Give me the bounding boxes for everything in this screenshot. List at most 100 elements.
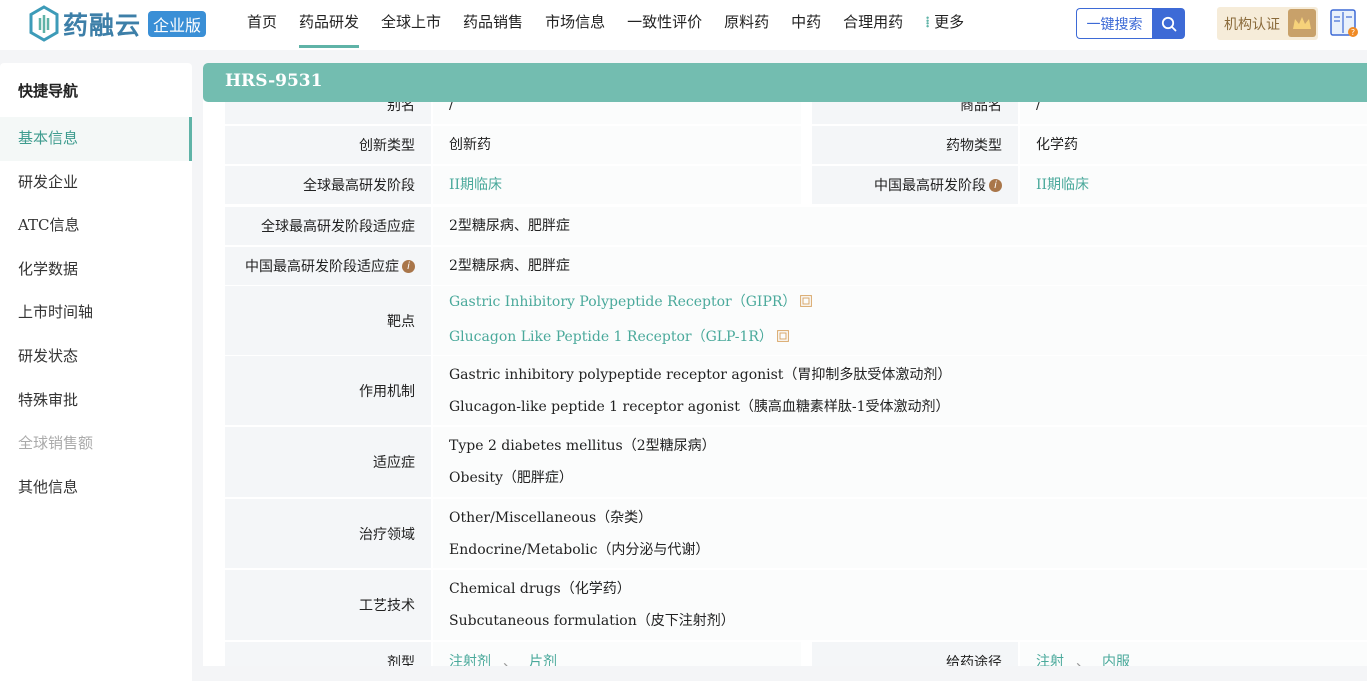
table-row: 治疗领域 Other/Miscellaneous（杂类） Endocrine/M… xyxy=(225,499,1367,570)
innovation-label: 创新类型 xyxy=(225,126,431,164)
china-indication-value: 2型糖尿病、肥胖症 xyxy=(449,258,570,274)
target-link[interactable]: Glucagon Like Peptide 1 Receptor（GLP-1R） xyxy=(449,319,1367,355)
innovation-cell: 创新药 xyxy=(433,126,801,164)
quick-search-button[interactable]: 一键搜索 xyxy=(1076,8,1152,39)
target-label: 靶点 xyxy=(225,286,431,355)
search-icon xyxy=(1161,16,1176,31)
target-name: Glucagon Like Peptide 1 Receptor（GLP-1R） xyxy=(449,329,773,345)
sidebar-item-other[interactable]: 其他信息 xyxy=(0,466,192,510)
drug-type-label: 药物类型 xyxy=(812,126,1018,164)
brand-name: 药融云 xyxy=(63,11,142,40)
nav-item-drug-rd[interactable]: 药品研发 xyxy=(288,0,370,50)
org-certification-button[interactable]: 机构认证 xyxy=(1217,7,1318,40)
sidebar-item-rd-company[interactable]: 研发企业 xyxy=(0,161,192,205)
table-row: 全球最高研发阶段适应症 2型糖尿病、肥胖症 xyxy=(225,207,1367,247)
sidebar-item-rd-status[interactable]: 研发状态 xyxy=(0,335,192,379)
dosage-link[interactable]: 注射剂 xyxy=(449,654,491,666)
indication-value: Obesity（肥胖症） xyxy=(449,470,573,486)
quick-search: 一键搜索 xyxy=(1076,8,1185,39)
global-indication-label: 全球最高研发阶段适应症 xyxy=(225,207,431,245)
info-icon[interactable]: i xyxy=(402,259,415,273)
china-stage-link[interactable]: II期临床 xyxy=(1036,169,1367,201)
grid-dots-icon: ⁞ xyxy=(925,13,931,31)
crown-icon xyxy=(1288,9,1316,37)
route-cell: 注射、内服 xyxy=(1020,642,1367,666)
dosage-label: 剂型 xyxy=(225,642,431,666)
mechanism-cell: Gastric inhibitory polypeptide receptor … xyxy=(433,356,1367,425)
svg-text:?: ? xyxy=(1351,28,1355,37)
tech-cell: Chemical drugs（化学药） Subcutaneous formula… xyxy=(433,570,1367,640)
innovation-value: 创新药 xyxy=(449,137,491,153)
sidebar-item-timeline[interactable]: 上市时间轴 xyxy=(0,291,192,335)
therapy-value: Endocrine/Metabolic（内分泌与代谢） xyxy=(449,541,710,558)
table-row: 创新类型 创新药 药物类型 化学药 xyxy=(225,126,1367,166)
sidebar-item-special-approval[interactable]: 特殊审批 xyxy=(0,379,192,423)
mechanism-label: 作用机制 xyxy=(225,356,431,425)
table-row: 中国最高研发阶段适应症 i 2型糖尿病、肥胖症 xyxy=(225,247,1367,287)
dosage-cell: 注射剂、片剂 xyxy=(433,642,801,666)
nav-item-api[interactable]: 原料药 xyxy=(713,0,780,50)
search-submit-button[interactable] xyxy=(1152,8,1185,39)
help-manual-icon[interactable]: ? xyxy=(1329,7,1359,39)
nav-item-drug-sales[interactable]: 药品销售 xyxy=(452,0,534,50)
indication-label: 适应症 xyxy=(225,427,431,497)
tech-value: Subcutaneous formulation（皮下注射剂） xyxy=(449,613,735,629)
sidebar-item-global-sales: 全球销售额 xyxy=(18,434,94,453)
target-link[interactable]: Gastric Inhibitory Polypeptide Receptor（… xyxy=(449,286,1367,319)
separator: 、 xyxy=(503,654,517,666)
table-row: 工艺技术 Chemical drugs（化学药） Subcutaneous fo… xyxy=(225,570,1367,642)
sidebar-title: 快捷导航 xyxy=(18,82,79,100)
global-indication-cell: 2型糖尿病、肥胖症 xyxy=(433,207,1367,245)
china-indication-cell: 2型糖尿病、肥胖症 xyxy=(433,247,1367,285)
nav-item-rational-use[interactable]: 合理用药 xyxy=(832,0,914,50)
sidebar-item-atc[interactable]: ATC信息 xyxy=(0,204,192,248)
edition-badge: 企业版 xyxy=(148,11,207,37)
china-stage-label-cell: 中国最高研发阶段 i xyxy=(812,166,1018,204)
sidebar-item-basic-info[interactable]: 基本信息 xyxy=(0,117,192,161)
external-link-icon[interactable] xyxy=(800,295,813,307)
external-link-icon[interactable] xyxy=(776,330,789,342)
mechanism-value: Glucagon-like peptide 1 receptor agonist… xyxy=(449,398,950,415)
mechanism-value: Gastric inhibitory polypeptide receptor … xyxy=(449,366,952,383)
nav-item-home[interactable]: 首页 xyxy=(236,0,288,50)
quick-nav-sidebar: 快捷导航 基本信息 研发企业 ATC信息 化学数据 上市时间轴 研发状态 特殊审… xyxy=(0,63,192,681)
table-row: 剂型 注射剂、片剂 给药途径 注射、内服 xyxy=(225,642,1367,666)
target-name: Gastric Inhibitory Polypeptide Receptor（… xyxy=(449,294,797,310)
tech-value: Chemical drugs（化学药） xyxy=(449,581,631,597)
more-label: 更多 xyxy=(934,13,965,31)
therapy-value: Other/Miscellaneous（杂类） xyxy=(449,509,653,526)
sidebar-item-chem-data[interactable]: 化学数据 xyxy=(0,248,192,292)
global-stage-link[interactable]: II期临床 xyxy=(449,169,801,201)
nav-item-more[interactable]: ⁞ 更多 xyxy=(914,0,975,50)
route-link[interactable]: 注射 xyxy=(1036,654,1064,666)
separator: 、 xyxy=(1076,654,1090,666)
table-row: 作用机制 Gastric inhibitory polypeptide rece… xyxy=(225,356,1367,427)
brand-logo[interactable]: 药融云 企业版 xyxy=(28,5,207,43)
china-indication-label-cell: 中国最高研发阶段适应症 i xyxy=(225,247,431,285)
global-stage-cell: II期临床 xyxy=(433,166,801,204)
route-link[interactable]: 内服 xyxy=(1102,654,1130,666)
dosage-link[interactable]: 片剂 xyxy=(529,654,557,666)
indication-cell: Type 2 diabetes mellitus（2型糖尿病） Obesity（… xyxy=(433,427,1367,497)
main-nav: 首页 药品研发 全球上市 药品销售 市场信息 一致性评价 原料药 中药 合理用药… xyxy=(236,0,975,50)
org-cert-label: 机构认证 xyxy=(1224,16,1280,33)
nav-item-global-launch[interactable]: 全球上市 xyxy=(370,0,452,50)
indication-value: Type 2 diabetes mellitus（2型糖尿病） xyxy=(449,438,716,454)
drug-title: HRS-9531 xyxy=(203,63,1367,102)
detail-panel: HRS-9531 别名 / 商品名 / 创新类型 创新药 药物类型 化学药 全球… xyxy=(203,63,1367,666)
sidebar-list: 基本信息 研发企业 ATC信息 化学数据 上市时间轴 研发状态 特殊审批 全球销… xyxy=(0,117,192,509)
route-label: 给药途径 xyxy=(812,642,1018,666)
china-stage-label: 中国最高研发阶段 xyxy=(874,178,986,194)
drug-type-cell: 化学药 xyxy=(1020,126,1367,164)
nav-item-consistency[interactable]: 一致性评价 xyxy=(616,0,713,50)
drug-type-value: 化学药 xyxy=(1036,137,1078,153)
top-header: 药融云 企业版 首页 药品研发 全球上市 药品销售 市场信息 一致性评价 原料药… xyxy=(0,0,1367,50)
info-icon[interactable]: i xyxy=(989,178,1002,192)
tech-label: 工艺技术 xyxy=(225,570,431,640)
logo-icon xyxy=(29,5,59,42)
global-stage-label: 全球最高研发阶段 xyxy=(225,166,431,204)
therapy-cell: Other/Miscellaneous（杂类） Endocrine/Metabo… xyxy=(433,499,1367,568)
nav-item-market-info[interactable]: 市场信息 xyxy=(534,0,616,50)
nav-item-tcm[interactable]: 中药 xyxy=(780,0,832,50)
target-cell: Gastric Inhibitory Polypeptide Receptor（… xyxy=(433,286,1367,355)
